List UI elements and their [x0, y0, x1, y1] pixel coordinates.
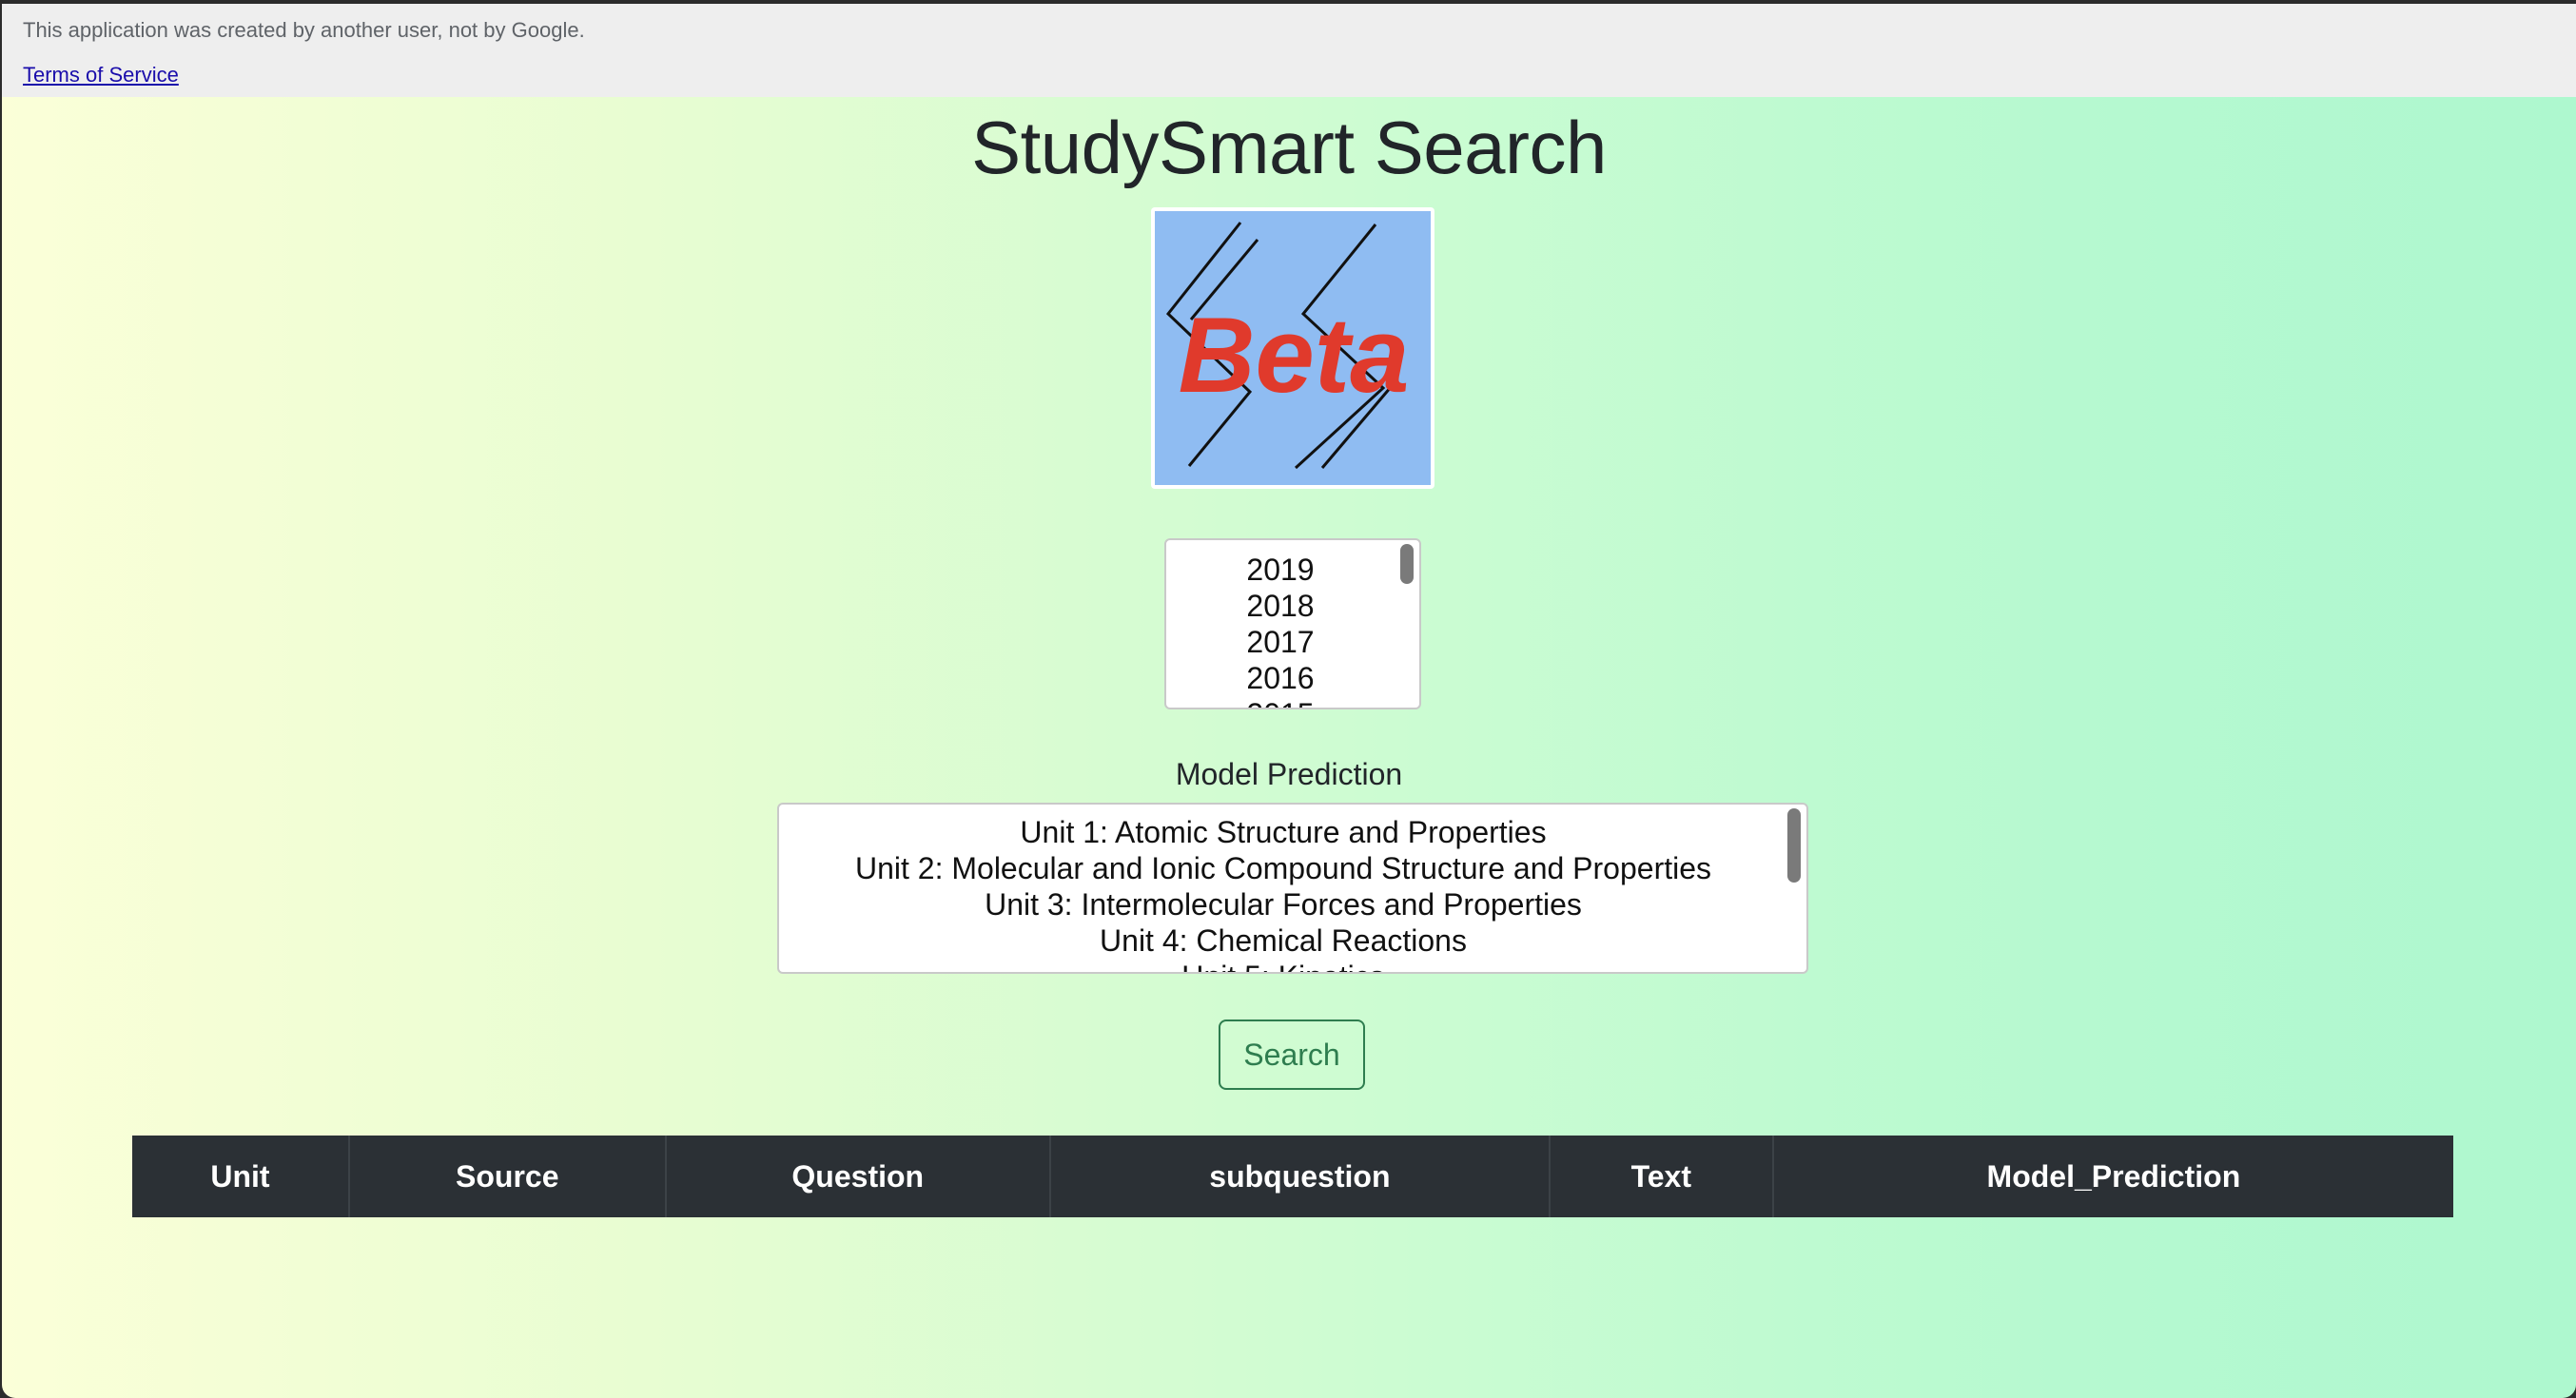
- results-table-header: Unit Source Question subquestion Text Model_P…: [132, 1136, 2453, 1217]
- unit-options: Unit 1: Atomic Structure and Properties U…: [779, 814, 1787, 972]
- column-header[interactable]: Unit: [132, 1136, 350, 1217]
- model-prediction-select[interactable]: Unit 1: Atomic Structure and Properties U…: [777, 803, 1808, 974]
- beta-logo-image: Beta: [1155, 211, 1431, 485]
- logo-text: Beta: [1179, 296, 1410, 415]
- app-frame: This application was created by another …: [2, 4, 2576, 1398]
- banner-notice-text: This application was created by another …: [23, 18, 585, 42]
- column-header[interactable]: subquestion: [1049, 1136, 1551, 1217]
- year-option[interactable]: 2018: [1166, 588, 1395, 624]
- google-notice-banner: This application was created by another …: [2, 4, 2576, 97]
- unit-option[interactable]: Unit 5: Kinetics: [779, 959, 1787, 972]
- unit-option[interactable]: Unit 4: Chemical Reactions: [779, 922, 1787, 959]
- search-button[interactable]: Search: [1219, 1019, 1365, 1090]
- terms-of-service-link[interactable]: Terms of Service: [23, 63, 179, 87]
- column-header[interactable]: Text: [1549, 1136, 1774, 1217]
- year-select[interactable]: 20192018201720162015: [1164, 538, 1421, 709]
- year-option[interactable]: 2016: [1166, 660, 1395, 696]
- year-option[interactable]: 2017: [1166, 624, 1395, 660]
- column-header[interactable]: Question: [665, 1136, 1051, 1217]
- unit-option[interactable]: Unit 1: Atomic Structure and Properties: [779, 814, 1787, 850]
- model-prediction-label: Model Prediction: [1175, 757, 1403, 791]
- column-header[interactable]: Model_Prediction: [1773, 1136, 2453, 1217]
- unit-option[interactable]: Unit 2: Molecular and Ionic Compound Str…: [779, 850, 1787, 886]
- page-title: StudySmart Search: [971, 106, 1607, 189]
- beta-logo: Beta: [1151, 207, 1434, 489]
- year-scrollbar[interactable]: [1400, 544, 1414, 584]
- year-option[interactable]: 2015: [1166, 696, 1395, 708]
- year-options: 20192018201720162015: [1166, 552, 1395, 708]
- unit-scrollbar[interactable]: [1787, 808, 1801, 883]
- main-content: StudySmart Search Beta 20192018201720162…: [2, 97, 2576, 1398]
- column-header[interactable]: Source: [348, 1136, 667, 1217]
- results-table: Unit Source Question subquestion Text Model_P…: [132, 1136, 2453, 1217]
- year-option[interactable]: 2019: [1166, 552, 1395, 588]
- unit-option[interactable]: Unit 3: Intermolecular Forces and Proper…: [779, 886, 1787, 922]
